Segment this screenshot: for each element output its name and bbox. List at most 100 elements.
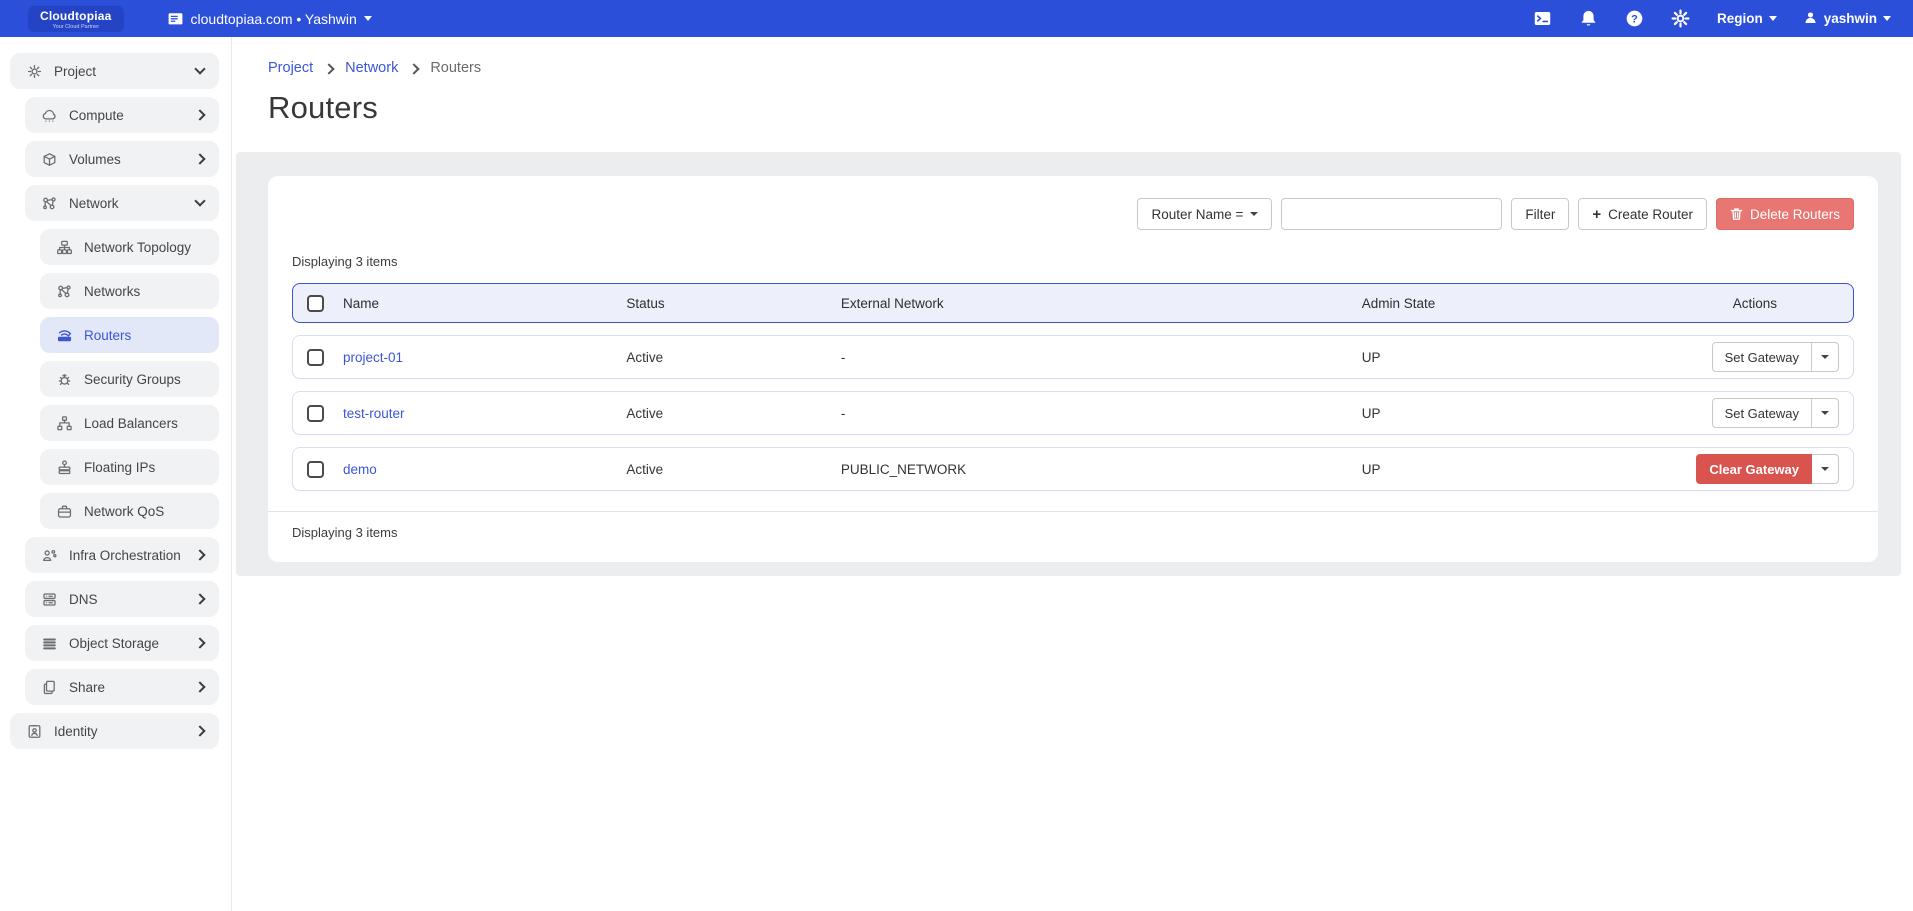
status-cell: Active — [626, 406, 840, 421]
sidebar-item-identity[interactable]: Identity — [10, 713, 219, 749]
row-actions-dropdown[interactable] — [1812, 454, 1839, 484]
sidebar-item-network-topology[interactable]: Network Topology — [40, 229, 219, 265]
topology-icon — [56, 239, 73, 256]
compute-icon — [41, 107, 58, 124]
create-router-label: Create Router — [1608, 207, 1693, 222]
project-context-switcher[interactable]: cloudtopiaa.com • Yashwin — [167, 10, 372, 27]
main-content: Project Network Routers Routers Router N… — [232, 37, 1913, 911]
user-menu[interactable]: yashwin — [1803, 10, 1891, 28]
set-gateway-button[interactable]: Set Gateway — [1712, 398, 1812, 428]
loadbalancer-icon — [56, 415, 73, 432]
sidebar-item-object-storage[interactable]: Object Storage — [25, 625, 219, 661]
filter-input[interactable] — [1281, 198, 1502, 230]
table-row-test-router: test-routerActive-UPSet Gateway — [292, 391, 1854, 435]
filter-field-label: Router Name = — [1151, 207, 1243, 222]
sidebar-item-label: Network — [69, 196, 185, 211]
dns-icon — [41, 591, 58, 608]
chevron-right-icon — [194, 725, 205, 736]
table-body: project-01Active-UPSet Gatewaytest-route… — [292, 335, 1854, 491]
sidebar-item-label: Compute — [69, 108, 185, 123]
share-icon — [41, 679, 58, 696]
table-row-project-01: project-01Active-UPSet Gateway — [292, 335, 1854, 379]
row-checkbox[interactable] — [307, 461, 324, 478]
logo-title: Cloudtopiaa — [40, 9, 112, 23]
console-icon[interactable] — [1533, 9, 1553, 29]
column-header-status: Status — [626, 296, 840, 311]
logo[interactable]: Cloudtopiaa Your Cloud Partner — [28, 6, 124, 32]
floatingip-icon — [56, 459, 73, 476]
external-network-cell: - — [841, 406, 1362, 421]
sidebar-item-routers[interactable]: Routers — [40, 317, 219, 353]
chevron-down-icon — [194, 195, 205, 206]
router-name-link[interactable]: demo — [343, 462, 626, 477]
sidebar-item-label: Object Storage — [69, 636, 185, 651]
sidebar-item-share[interactable]: Share — [25, 669, 219, 705]
router-name-link[interactable]: project-01 — [343, 350, 626, 365]
network-icon — [41, 195, 58, 212]
sidebar-item-label: Share — [69, 680, 185, 695]
create-router-button[interactable]: + Create Router — [1578, 198, 1707, 230]
chevron-right-icon — [194, 593, 205, 604]
breadcrumb-project[interactable]: Project — [268, 60, 313, 76]
sidebar-item-label: Volumes — [69, 152, 185, 167]
sidebar-item-compute[interactable]: Compute — [25, 97, 219, 133]
user-label: yashwin — [1824, 11, 1877, 26]
settings-gear-icon[interactable] — [1671, 9, 1691, 29]
trash-icon — [1730, 207, 1743, 221]
row-checkbox[interactable] — [307, 349, 324, 366]
set-gateway-button[interactable]: Set Gateway — [1712, 342, 1812, 372]
router-icon — [56, 327, 73, 344]
clear-gateway-button[interactable]: Clear Gateway — [1696, 454, 1812, 484]
sidebar-item-label: Routers — [84, 328, 207, 343]
sidebar-item-network-qos[interactable]: Network QoS — [40, 493, 219, 529]
select-all-checkbox[interactable] — [307, 295, 324, 312]
sidebar-item-label: Security Groups — [84, 372, 207, 387]
sidebar-item-security-groups[interactable]: Security Groups — [40, 361, 219, 397]
chevron-down-icon — [1250, 212, 1258, 216]
filter-field-dropdown[interactable]: Router Name = — [1137, 198, 1272, 230]
breadcrumb-network[interactable]: Network — [345, 60, 398, 76]
sidebar-item-project[interactable]: Project — [10, 53, 219, 89]
router-name-link[interactable]: test-router — [343, 406, 626, 421]
item-count-bottom: Displaying 3 items — [292, 525, 1854, 540]
sidebar-item-label: Network QoS — [84, 504, 207, 519]
row-actions-dropdown[interactable] — [1812, 398, 1839, 428]
delete-routers-label: Delete Routers — [1750, 207, 1840, 222]
sidebar-item-network[interactable]: Network — [25, 185, 219, 221]
row-checkbox[interactable] — [307, 405, 324, 422]
sidebar-item-label: Network Topology — [84, 240, 207, 255]
objectstorage-icon — [41, 635, 58, 652]
routers-card: Router Name = Filter + Create Router Del… — [268, 176, 1878, 562]
app-root: Cloudtopiaa Your Cloud Partner cloudtopi… — [0, 0, 1913, 911]
sidebar-item-volumes[interactable]: Volumes — [25, 141, 219, 177]
admin-state-cell: UP — [1362, 462, 1684, 477]
sidebar-item-floating-ips[interactable]: Floating IPs — [40, 449, 219, 485]
sidebar-item-networks[interactable]: Networks — [40, 273, 219, 309]
network-icon — [56, 283, 73, 300]
table-toolbar: Router Name = Filter + Create Router Del… — [292, 198, 1854, 230]
external-network-cell: - — [841, 350, 1362, 365]
svg-text:?: ? — [1632, 13, 1639, 25]
sidebar-item-infra-orchestration[interactable]: Infra Orchestration — [25, 537, 219, 573]
content-band: Router Name = Filter + Create Router Del… — [236, 152, 1901, 576]
sidebar-item-label: Identity — [54, 724, 185, 739]
status-cell: Active — [626, 462, 840, 477]
chevron-right-icon — [409, 63, 420, 74]
region-label: Region — [1717, 11, 1763, 26]
sidebar-item-dns[interactable]: DNS — [25, 581, 219, 617]
notifications-bell-icon[interactable] — [1579, 9, 1599, 29]
chevron-down-icon — [1821, 355, 1829, 359]
breadcrumb-current: Routers — [430, 60, 481, 76]
admin-state-cell: UP — [1362, 350, 1684, 365]
delete-routers-button[interactable]: Delete Routers — [1716, 198, 1854, 230]
sidebar-item-load-balancers[interactable]: Load Balancers — [40, 405, 219, 441]
row-actions-dropdown[interactable] — [1812, 342, 1839, 372]
sidebar: Project Compute Volumes Network Network Topo… — [0, 37, 232, 911]
chevron-down-icon — [1769, 16, 1777, 21]
region-dropdown[interactable]: Region — [1717, 11, 1777, 26]
top-actions: ? Region yashwin — [1533, 9, 1913, 29]
chevron-right-icon — [194, 637, 205, 648]
filter-button[interactable]: Filter — [1511, 198, 1569, 230]
sidebar-item-label: Project — [54, 64, 185, 79]
help-icon[interactable]: ? — [1625, 9, 1645, 29]
